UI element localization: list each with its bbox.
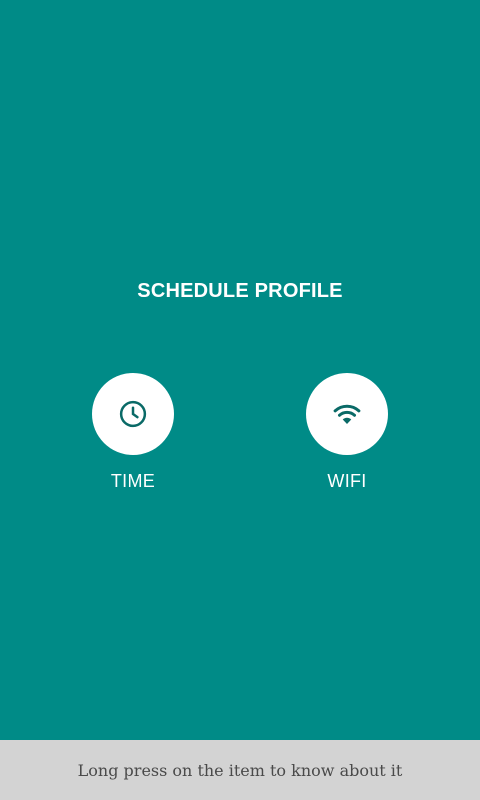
hint-bar: Long press on the item to know about it: [0, 740, 480, 800]
time-label: TIME: [110, 471, 156, 491]
wifi-option[interactable]: WIFI: [287, 373, 407, 492]
wifi-icon: [333, 404, 361, 424]
time-button[interactable]: [92, 373, 174, 455]
hint-text: Long press on the item to know about it: [77, 760, 403, 780]
page-title: SCHEDULE PROFILE: [137, 280, 343, 302]
time-option[interactable]: TIME: [73, 373, 193, 492]
wifi-button[interactable]: [306, 373, 388, 455]
clock-icon: [119, 400, 147, 428]
wifi-label: WIFI: [327, 471, 367, 491]
main-screen: SCHEDULE PROFILE TIME WIFI: [0, 0, 480, 740]
